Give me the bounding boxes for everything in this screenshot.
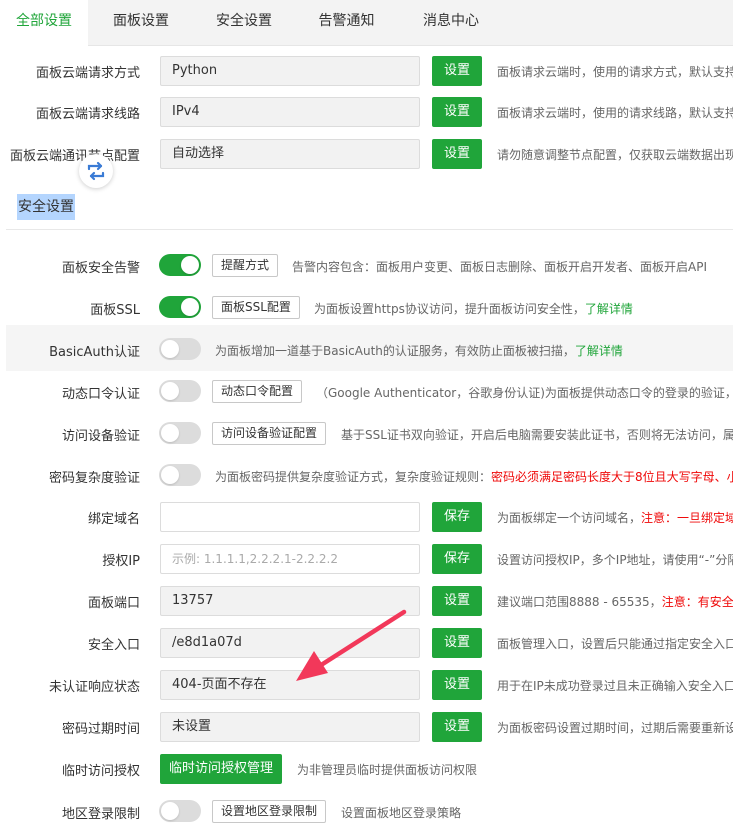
temp-access-manage-button[interactable]: 临时访问授权管理 — [160, 754, 282, 784]
cloud-request-line-desc: 面板请求云端时，使用的请求线路，默认支持 — [497, 106, 733, 120]
cloud-node-config-label: 面板云端通讯节点配置 — [9, 149, 140, 164]
cloud-request-method-field[interactable]: Python — [160, 56, 420, 86]
basic-auth-toggle[interactable] — [159, 338, 201, 360]
reminder-method-button[interactable]: 提醒方式 — [212, 254, 279, 277]
bind-domain-label: 绑定域名 — [87, 512, 140, 527]
dynamic-password-label: 动态口令认证 — [61, 387, 140, 402]
basic-auth-desc-text: 为面板增加一道基于BasicAuth的认证服务，有效防止面板被扫描， — [215, 344, 575, 358]
cloud-node-config-field[interactable]: 自动选择 — [160, 139, 420, 169]
password-expiry-desc: 为面板密码设置过期时间，过期后需要重新设 — [497, 721, 733, 735]
bind-domain-warning: 注意：一旦绑定域 — [641, 511, 733, 525]
panel-port-field[interactable]: 13757 — [160, 586, 420, 616]
device-verify-toggle[interactable] — [159, 422, 201, 444]
security-alert-desc: 告警内容包含：面板用户变更、面板日志删除、面板开启开发者、面板开启API — [292, 260, 707, 274]
panel-port-set-button[interactable]: 设置 — [432, 586, 482, 616]
password-expiry-field[interactable]: 未设置 — [160, 712, 420, 742]
unauth-response-set-button[interactable]: 设置 — [432, 670, 482, 700]
device-verify-label: 访问设备验证 — [61, 429, 140, 444]
dynamic-password-toggle[interactable] — [159, 380, 201, 402]
security-alert-toggle[interactable] — [159, 254, 201, 276]
panel-ssl-label: 面板SSL — [90, 303, 140, 318]
cloud-request-line-label: 面板云端请求线路 — [35, 107, 140, 122]
security-entry-label: 安全入口 — [87, 638, 140, 653]
sync-arrows-icon — [87, 161, 105, 181]
region-limit-desc: 设置面板地区登录策略 — [341, 806, 462, 820]
sync-float-icon[interactable] — [79, 154, 113, 188]
unauth-response-field[interactable]: 404-页面不存在 — [160, 670, 420, 700]
region-limit-toggle[interactable] — [159, 800, 201, 822]
dynamic-password-desc: （Google Authenticator，谷歌身份认证)为面板提供动态口令的登… — [316, 386, 733, 400]
password-complexity-desc: 为面板密码提供复杂度验证方式，复杂度验证规则：密码必须满足密码长度大于8位且大写… — [215, 468, 733, 485]
basic-auth-label: BasicAuth认证 — [49, 345, 140, 360]
cloud-request-method-desc: 面板请求云端时，使用的请求方式，默认支持 — [497, 65, 733, 79]
cloud-node-config-set-button[interactable]: 设置 — [432, 139, 482, 169]
settings-tab-bar: 全部设置 面板设置 安全设置 告警通知 消息中心 — [0, 0, 733, 46]
cloud-request-method-set-button[interactable]: 设置 — [432, 56, 482, 86]
bind-domain-desc-text: 为面板绑定一个访问域名， — [497, 511, 642, 525]
tab-alert-notification[interactable]: 告警通知 — [294, 0, 399, 46]
section-divider — [6, 229, 733, 230]
unauth-response-desc: 用于在IP未成功登录过且未正确输入安全入口 — [497, 679, 733, 693]
panel-port-warning: 注意：有安全 — [661, 595, 733, 609]
cloud-request-method-label: 面板云端请求方式 — [35, 66, 140, 81]
bind-domain-input[interactable] — [160, 502, 420, 532]
tab-panel-settings[interactable]: 面板设置 — [88, 0, 194, 46]
device-verify-desc: 基于SSL证书双向验证，开启后电脑需要安装此证书，否则将无法访问，属 — [341, 428, 733, 442]
panel-ssl-learn-more-link[interactable]: 了解详情 — [585, 302, 633, 316]
tab-all-settings[interactable]: 全部设置 — [0, 0, 88, 46]
panel-ssl-desc: 为面板设置https协议访问，提升面板访问安全性，了解详情 — [314, 300, 633, 317]
bind-domain-save-button[interactable]: 保存 — [432, 502, 482, 532]
authorized-ip-save-button[interactable]: 保存 — [432, 544, 482, 574]
authorized-ip-input[interactable]: 示例: 1.1.1.1,2.2.2.1-2.2.2.2 — [160, 544, 420, 574]
panel-port-desc: 建议端口范围8888 - 65535，注意：有安全 — [497, 593, 733, 610]
bind-domain-desc: 为面板绑定一个访问域名，注意：一旦绑定域 — [497, 509, 733, 526]
basic-auth-learn-more-link[interactable]: 了解详情 — [575, 344, 623, 358]
security-section-title: 安全设置 — [17, 194, 75, 220]
temp-access-label: 临时访问授权 — [61, 764, 140, 779]
security-entry-field[interactable]: /e8d1a07d — [160, 628, 420, 658]
panel-port-label: 面板端口 — [87, 596, 140, 611]
security-alert-label: 面板安全告警 — [61, 261, 140, 276]
panel-ssl-desc-text: 为面板设置https协议访问，提升面板访问安全性， — [314, 302, 585, 316]
cloud-request-line-field[interactable]: IPv4 — [160, 97, 420, 127]
tab-security-settings[interactable]: 安全设置 — [194, 0, 294, 46]
dynamic-password-config-button[interactable]: 动态口令配置 — [212, 380, 303, 403]
security-entry-desc: 面板管理入口，设置后只能通过指定安全入口 — [497, 637, 733, 651]
authorized-ip-placeholder: 示例: 1.1.1.1,2.2.2.1-2.2.2.2 — [172, 552, 338, 566]
basic-auth-desc: 为面板增加一道基于BasicAuth的认证服务，有效防止面板被扫描，了解详情 — [215, 342, 623, 359]
unauth-response-label: 未认证响应状态 — [48, 680, 140, 695]
panel-ssl-toggle[interactable] — [159, 296, 201, 318]
region-limit-config-button[interactable]: 设置地区登录限制 — [212, 800, 327, 823]
security-entry-set-button[interactable]: 设置 — [432, 628, 482, 658]
authorized-ip-label: 授权IP — [102, 554, 140, 569]
password-complexity-rule-warning: 密码必须满足密码长度大于8位且大写字母、小 — [491, 470, 733, 484]
password-complexity-toggle[interactable] — [159, 464, 201, 486]
device-verify-config-button[interactable]: 访问设备验证配置 — [212, 422, 327, 445]
cloud-request-line-set-button[interactable]: 设置 — [432, 97, 482, 127]
password-complexity-label: 密码复杂度验证 — [48, 471, 140, 486]
cloud-node-config-desc: 请勿随意调整节点配置，仅获取云端数据出现 — [497, 148, 733, 162]
region-limit-label: 地区登录限制 — [61, 807, 140, 822]
password-expiry-set-button[interactable]: 设置 — [432, 712, 482, 742]
panel-ssl-config-button[interactable]: 面板SSL配置 — [212, 296, 300, 319]
password-expiry-label: 密码过期时间 — [61, 722, 140, 737]
tab-message-center[interactable]: 消息中心 — [399, 0, 503, 46]
panel-port-desc-text: 建议端口范围8888 - 65535， — [497, 595, 662, 609]
password-complexity-desc-text: 为面板密码提供复杂度验证方式，复杂度验证规则： — [215, 470, 492, 484]
temp-access-desc: 为非管理员临时提供面板访问权限 — [297, 763, 478, 777]
authorized-ip-desc: 设置访问授权IP，多个IP地址，请使用“-”分隔 — [497, 553, 733, 567]
